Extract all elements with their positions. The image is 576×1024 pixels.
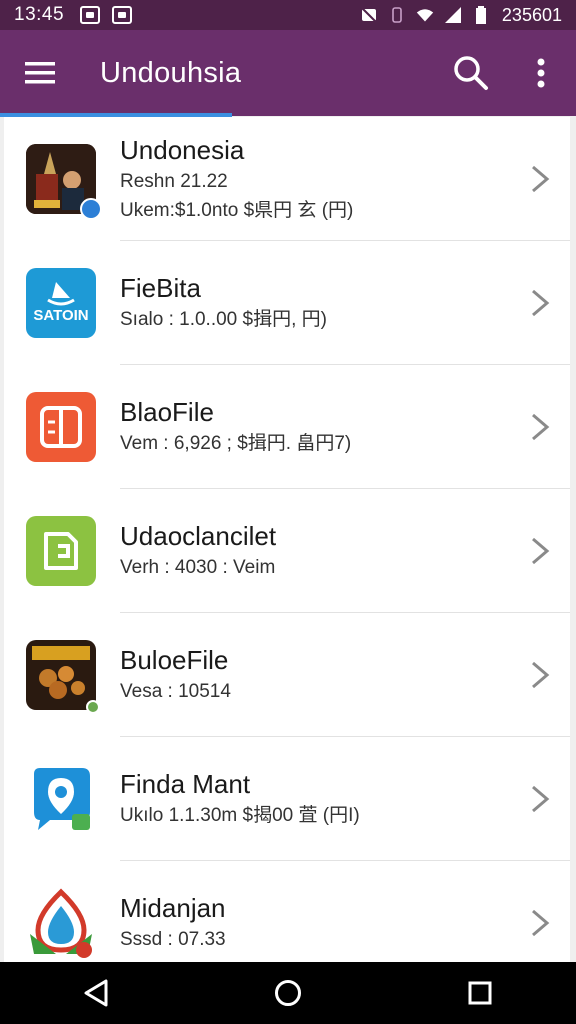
list-item[interactable]: Midanjan Sssd : 07.33	[4, 861, 570, 962]
list-item[interactable]: SATOIN FieBita Sıalo : 1.0..00 $揖円, 円)	[4, 241, 570, 365]
recents-square-icon	[468, 981, 492, 1005]
badge-icon	[86, 700, 100, 714]
chevron-right-icon	[510, 489, 570, 613]
item-name: Undonesia	[120, 134, 245, 165]
mute-icon	[360, 6, 378, 24]
app-title: Undouhsia	[100, 56, 242, 89]
home-circle-icon	[275, 980, 301, 1006]
list-item[interactable]: BlaoFile Vem : 6,926 ; $揖円. 畠円7)	[4, 365, 570, 489]
app-bar: Undouhsia	[0, 30, 576, 116]
chevron-right-icon	[510, 861, 570, 962]
chevron-right-icon	[510, 117, 570, 241]
split-app-icon	[26, 392, 96, 462]
chevron-right-icon	[510, 613, 570, 737]
home-button[interactable]	[248, 962, 328, 1024]
status-time: 13:45	[14, 4, 65, 25]
app-list: Undonesia Reshn 21.22 Ukem:$1.0nto $県円 玄…	[4, 117, 570, 962]
list-item[interactable]: Udaoclancilet Verh : 4030 : Veim	[4, 489, 570, 613]
back-button[interactable]	[56, 962, 136, 1024]
overflow-menu-button[interactable]	[506, 30, 576, 116]
photo-icon	[26, 144, 102, 220]
notification-icon	[112, 6, 133, 24]
item-name: Udaoclancilet	[120, 521, 277, 552]
satoin-app-icon: SATOIN	[26, 268, 96, 338]
item-meta: Vem : 6,926 ; $揖円. 畠円7)	[120, 433, 352, 455]
more-vert-icon	[537, 58, 545, 88]
item-meta: Vesa : 10514	[120, 681, 231, 703]
hamburger-menu-icon	[25, 62, 55, 84]
search-icon	[454, 56, 488, 90]
navigation-bar	[0, 962, 576, 1024]
search-button[interactable]	[436, 30, 506, 116]
droplet-app-icon	[26, 888, 96, 958]
item-meta: Ukem:$1.0nto $県円 玄 (円)	[120, 199, 354, 221]
list-item[interactable]: Undonesia Reshn 21.22 Ukem:$1.0nto $県円 玄…	[4, 117, 570, 241]
recents-button[interactable]	[440, 962, 520, 1024]
item-name: BuloeFile	[120, 645, 229, 676]
food-photo-icon	[26, 640, 100, 714]
battery-icon	[472, 6, 490, 24]
item-meta: Reshn 21.22	[120, 170, 228, 192]
file-app-icon	[26, 516, 96, 586]
vibrate-icon	[388, 6, 406, 24]
wifi-icon	[416, 6, 434, 24]
status-bar: 13:45 235601	[0, 0, 576, 30]
status-right-text: 235601	[501, 4, 562, 25]
list-item[interactable]: BuloeFile Vesa : 10514	[4, 613, 570, 737]
item-name: Midanjan	[120, 893, 226, 924]
back-triangle-icon	[84, 979, 108, 1007]
item-meta: Sıalo : 1.0..00 $揖円, 円)	[120, 309, 327, 331]
chevron-right-icon	[510, 365, 570, 489]
list-item[interactable]: Finda Mant Ukılo 1.1.30m $揭00 萓 (円I)	[4, 737, 570, 861]
item-name: FieBita	[120, 273, 201, 304]
item-meta: Sssd : 07.33	[120, 929, 226, 951]
map-pin-app-icon	[26, 764, 96, 834]
menu-button[interactable]	[0, 30, 80, 116]
verified-badge-icon	[80, 198, 102, 220]
chevron-right-icon	[510, 241, 570, 365]
item-meta: Verh : 4030 : Veim	[120, 557, 276, 579]
chevron-right-icon	[510, 737, 570, 861]
notification-icon	[80, 6, 101, 24]
item-meta: Ukılo 1.1.30m $揭00 萓 (円I)	[120, 805, 360, 827]
item-name: Finda Mant	[120, 769, 251, 800]
svg-text:SATOIN: SATOIN	[33, 307, 88, 324]
signal-icon	[444, 6, 462, 24]
item-name: BlaoFile	[120, 397, 214, 428]
